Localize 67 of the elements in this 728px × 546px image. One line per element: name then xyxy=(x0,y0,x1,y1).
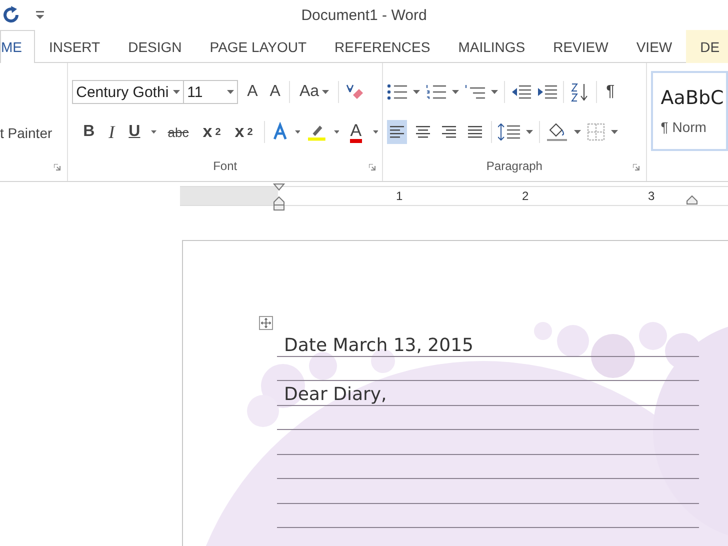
font-name-field[interactable]: Century Gothi xyxy=(72,80,184,104)
ribbon-tab[interactable]: VIEW xyxy=(622,30,686,63)
document-text: Date March 13, 2015 xyxy=(284,334,474,356)
move-handle-icon[interactable] xyxy=(259,316,273,330)
ribbon-tab[interactable]: ME xyxy=(0,30,35,63)
ribbon-tab[interactable]: MAILINGS xyxy=(444,30,540,63)
align-center-icon xyxy=(416,125,430,139)
align-left-icon xyxy=(390,125,404,139)
indent-marker-icon[interactable] xyxy=(273,183,285,211)
caret-icon[interactable] xyxy=(611,130,618,134)
eraser-icon[interactable] xyxy=(345,83,364,101)
font-color-button[interactable]: A xyxy=(347,120,365,144)
justify-icon xyxy=(468,125,482,139)
group-label: Paragraph xyxy=(485,159,544,175)
group-label: Font xyxy=(212,159,238,175)
bullets-icon[interactable] xyxy=(387,84,408,100)
ruler-number: 1 xyxy=(396,189,403,203)
strike-button[interactable]: abc xyxy=(164,120,192,144)
caret-icon[interactable] xyxy=(526,130,534,134)
caret-icon[interactable] xyxy=(151,130,157,134)
caret-icon[interactable] xyxy=(413,90,420,94)
ribbon-tab[interactable]: INSERT xyxy=(35,30,114,63)
ribbon-tab[interactable]: DE xyxy=(686,30,728,63)
dialog-launcher-icon[interactable] xyxy=(54,164,62,171)
right-indent-marker-icon[interactable] xyxy=(686,195,698,205)
bold-button[interactable]: B xyxy=(80,120,98,144)
multilevel-list-icon[interactable] xyxy=(465,84,486,100)
shrink-font-button[interactable]: A xyxy=(266,80,284,104)
style-preview: AaBbC xyxy=(660,87,725,109)
increase-indent-icon[interactable] xyxy=(537,85,558,99)
text-effects-icon[interactable] xyxy=(272,122,287,142)
format-painter-button[interactable]: t Painter xyxy=(0,125,68,141)
caret-icon[interactable] xyxy=(173,90,180,94)
align-right-icon xyxy=(442,125,456,139)
ribbon-tab[interactable]: DESIGN xyxy=(114,30,196,63)
caret-icon[interactable] xyxy=(452,90,460,94)
caret-icon[interactable] xyxy=(227,90,234,94)
ruler-number: 3 xyxy=(648,189,655,203)
decrease-indent-icon[interactable] xyxy=(511,85,532,99)
font-size-field[interactable]: 11 xyxy=(183,80,238,104)
align-left-button[interactable] xyxy=(387,120,408,144)
ribbon-tab[interactable]: REVIEW xyxy=(539,30,622,63)
caret-icon[interactable] xyxy=(372,130,378,134)
caret-icon[interactable] xyxy=(574,130,582,134)
dropdown-icon[interactable] xyxy=(36,11,44,19)
ribbon-tab[interactable]: PAGE LAYOUT xyxy=(196,30,321,63)
ruler-number: 2 xyxy=(522,189,529,203)
window-title: Document1 - Word xyxy=(301,6,427,24)
document-text: Dear Diary, xyxy=(284,384,387,404)
sort-icon[interactable] xyxy=(570,82,590,102)
italic-button[interactable]: I xyxy=(106,120,118,144)
numbering-icon[interactable] xyxy=(426,84,446,100)
underline-button[interactable]: U xyxy=(126,120,144,144)
caret-icon[interactable] xyxy=(491,90,498,94)
caret-icon[interactable] xyxy=(294,130,300,134)
line-spacing-icon[interactable] xyxy=(498,123,520,141)
caret-icon[interactable] xyxy=(322,90,330,94)
dialog-launcher-icon[interactable] xyxy=(632,164,640,171)
dialog-launcher-icon[interactable] xyxy=(369,164,376,171)
paint-bucket-icon[interactable] xyxy=(546,122,568,142)
grow-font-button[interactable]: A xyxy=(244,80,261,104)
style-gallery-item[interactable]: AaBbC ¶ Norm xyxy=(650,71,728,151)
show-formatting-marks-button[interactable]: ¶ xyxy=(603,80,618,104)
style-name: ¶ Norm xyxy=(660,119,708,135)
change-case-button[interactable]: Aa xyxy=(296,80,332,104)
caret-icon[interactable] xyxy=(334,130,340,134)
ribbon-tab[interactable]: REFERENCES xyxy=(320,30,444,63)
